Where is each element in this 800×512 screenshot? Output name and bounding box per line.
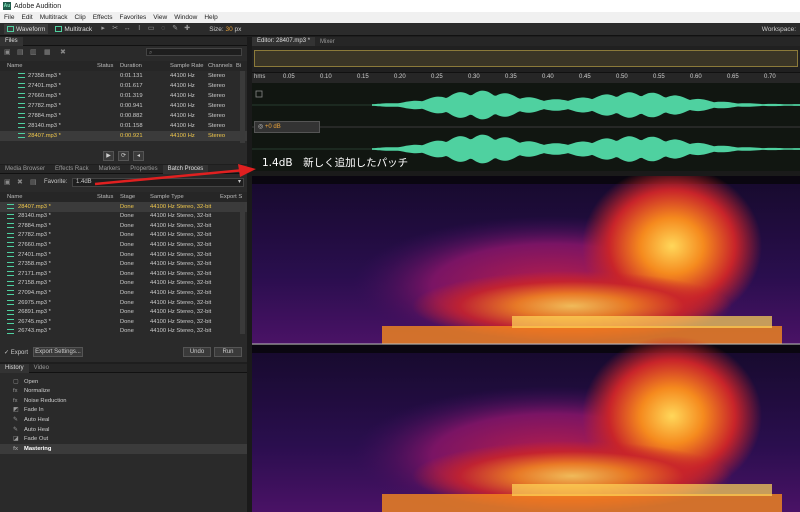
annotation-text: 1.4dB 新しく追加したパッチ <box>262 157 409 169</box>
annotation-arrow <box>94 164 256 186</box>
